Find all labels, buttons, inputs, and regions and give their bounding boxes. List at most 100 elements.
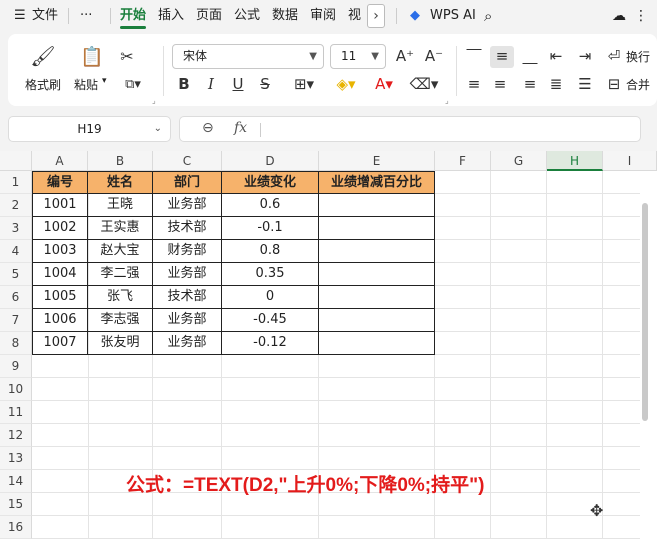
align-left-icon[interactable]: ≡ (464, 74, 484, 94)
tab-insert[interactable]: 插入 (158, 6, 184, 26)
paste-icon[interactable]: 📋 (80, 44, 104, 68)
row-header[interactable]: 15 (0, 493, 32, 516)
decrease-indent-icon[interactable]: ⇤ (546, 46, 566, 66)
table-cell[interactable]: 1004 (33, 263, 88, 286)
table-header-cell[interactable]: 编号 (33, 172, 88, 194)
more-icon[interactable]: ⋮ (634, 6, 648, 26)
font-name-select[interactable]: 宋体 ▼ (172, 44, 324, 69)
row-header[interactable]: 10 (0, 378, 32, 401)
fill-color-icon[interactable]: ◈▾ (330, 74, 362, 94)
column-header-f[interactable]: F (435, 151, 491, 171)
tab-scroll-right-button[interactable]: › (367, 4, 385, 28)
table-cell[interactable]: -0.12 (222, 332, 319, 355)
more-menu-button[interactable]: ··· (80, 6, 92, 26)
table-cell[interactable]: 业务部 (153, 332, 222, 355)
align-bottom-icon[interactable]: ⎽ (520, 46, 540, 66)
table-cell[interactable]: 1003 (33, 240, 88, 263)
border-icon[interactable]: ⊞▾ (288, 74, 320, 94)
row-header[interactable]: 5 (0, 263, 32, 286)
table-cell[interactable] (319, 332, 435, 355)
wrap-text-label[interactable]: 换行 (626, 48, 650, 65)
table-cell[interactable]: 业务部 (153, 263, 222, 286)
table-cell[interactable]: 技术部 (153, 217, 222, 240)
row-header[interactable]: 1 (0, 171, 32, 194)
bold-icon[interactable]: B (174, 74, 194, 94)
table-cell[interactable]: 财务部 (153, 240, 222, 263)
format-painter-icon[interactable]: 🖌 (30, 44, 56, 68)
column-header-d[interactable]: D (222, 151, 319, 171)
align-right-icon[interactable]: ≡ (520, 74, 540, 94)
column-header-e[interactable]: E (319, 151, 435, 171)
table-cell[interactable] (319, 217, 435, 240)
table-cell[interactable]: 0 (222, 286, 319, 309)
table-cell[interactable]: 张友明 (88, 332, 153, 355)
spreadsheet-grid[interactable]: A B C D E F G H I 1 2 3 4 5 6 7 8 9 10 11 12 13 14 15 1… (0, 151, 657, 539)
formula-bar[interactable]: ⊖ fx (179, 116, 641, 142)
column-header-b[interactable]: B (88, 151, 153, 171)
justify-icon[interactable]: ≣ (546, 74, 566, 94)
table-cell[interactable]: 1002 (33, 217, 88, 240)
font-size-select[interactable]: 11 ▼ (330, 44, 386, 69)
table-cell[interactable]: 1001 (33, 194, 88, 217)
chevron-down-icon[interactable]: ▾ (102, 76, 107, 86)
table-cell[interactable]: 王实惠 (88, 217, 153, 240)
dialog-launcher-icon[interactable]: ⌟ (152, 96, 156, 105)
table-cell[interactable]: -0.45 (222, 309, 319, 332)
row-header[interactable]: 9 (0, 355, 32, 378)
align-center-icon[interactable]: ≡ (490, 74, 510, 94)
strikethrough-icon[interactable]: S (255, 74, 275, 94)
table-cell[interactable]: 技术部 (153, 286, 222, 309)
row-header[interactable]: 8 (0, 332, 32, 355)
row-header[interactable]: 7 (0, 309, 32, 332)
select-all-corner[interactable] (0, 151, 32, 171)
row-header[interactable]: 4 (0, 240, 32, 263)
italic-icon[interactable]: I (201, 74, 221, 94)
table-header-cell[interactable]: 部门 (153, 172, 222, 194)
row-header[interactable]: 3 (0, 217, 32, 240)
scrollbar-thumb[interactable] (642, 203, 648, 421)
table-cell[interactable]: 0.6 (222, 194, 319, 217)
function-icon[interactable]: fx (234, 120, 247, 136)
cut-icon[interactable]: ✂ (116, 46, 138, 66)
menu-icon[interactable]: ☰ (14, 6, 26, 26)
column-header-g[interactable]: G (491, 151, 547, 171)
increase-font-size-icon[interactable]: A⁺ (395, 46, 415, 66)
table-header-cell[interactable]: 业绩增减百分比 (319, 172, 435, 194)
column-header-h[interactable]: H (547, 151, 603, 171)
underline-icon[interactable]: U (228, 74, 248, 94)
table-cell[interactable]: 0.8 (222, 240, 319, 263)
table-cell[interactable]: 张飞 (88, 286, 153, 309)
table-cell[interactable]: 0.35 (222, 263, 319, 286)
table-cell[interactable]: 王晓 (88, 194, 153, 217)
table-cell[interactable]: 1005 (33, 286, 88, 309)
search-icon[interactable]: ⌕ (484, 6, 492, 26)
column-header-a[interactable]: A (32, 151, 88, 171)
name-box[interactable]: H19 ⌄ (8, 116, 171, 142)
table-cell[interactable]: -0.1 (222, 217, 319, 240)
increase-indent-icon[interactable]: ⇥ (575, 46, 595, 66)
table-cell[interactable]: 1007 (33, 332, 88, 355)
row-header[interactable]: 16 (0, 516, 32, 539)
table-header-cell[interactable]: 姓名 (88, 172, 153, 194)
table-cell[interactable]: 赵大宝 (88, 240, 153, 263)
paste-label[interactable]: 粘贴 (74, 76, 98, 93)
tab-data[interactable]: 数据 (272, 6, 298, 26)
merge-cells-label[interactable]: 合并 (626, 76, 650, 93)
row-header[interactable]: 14 (0, 470, 32, 493)
clear-format-icon[interactable]: ⌫▾ (408, 74, 440, 94)
distributed-align-icon[interactable]: ☰ (575, 74, 595, 94)
dialog-launcher-icon[interactable]: ⌟ (445, 96, 449, 105)
row-header[interactable]: 2 (0, 194, 32, 217)
wrap-text-icon[interactable]: ⏎ (604, 46, 624, 66)
merge-cells-icon[interactable]: ⊟ (604, 74, 624, 94)
column-header-i[interactable]: I (603, 151, 657, 171)
tab-review[interactable]: 审阅 (310, 6, 336, 26)
table-cell[interactable] (319, 194, 435, 217)
zoom-icon[interactable]: ⊖ (202, 120, 214, 136)
table-cell[interactable] (319, 286, 435, 309)
tab-home[interactable]: 开始 (120, 6, 146, 26)
cloud-icon[interactable]: ☁ (612, 6, 626, 26)
align-top-icon[interactable]: ⎺ (464, 46, 484, 66)
row-header[interactable]: 12 (0, 424, 32, 447)
table-cell[interactable]: 李二强 (88, 263, 153, 286)
